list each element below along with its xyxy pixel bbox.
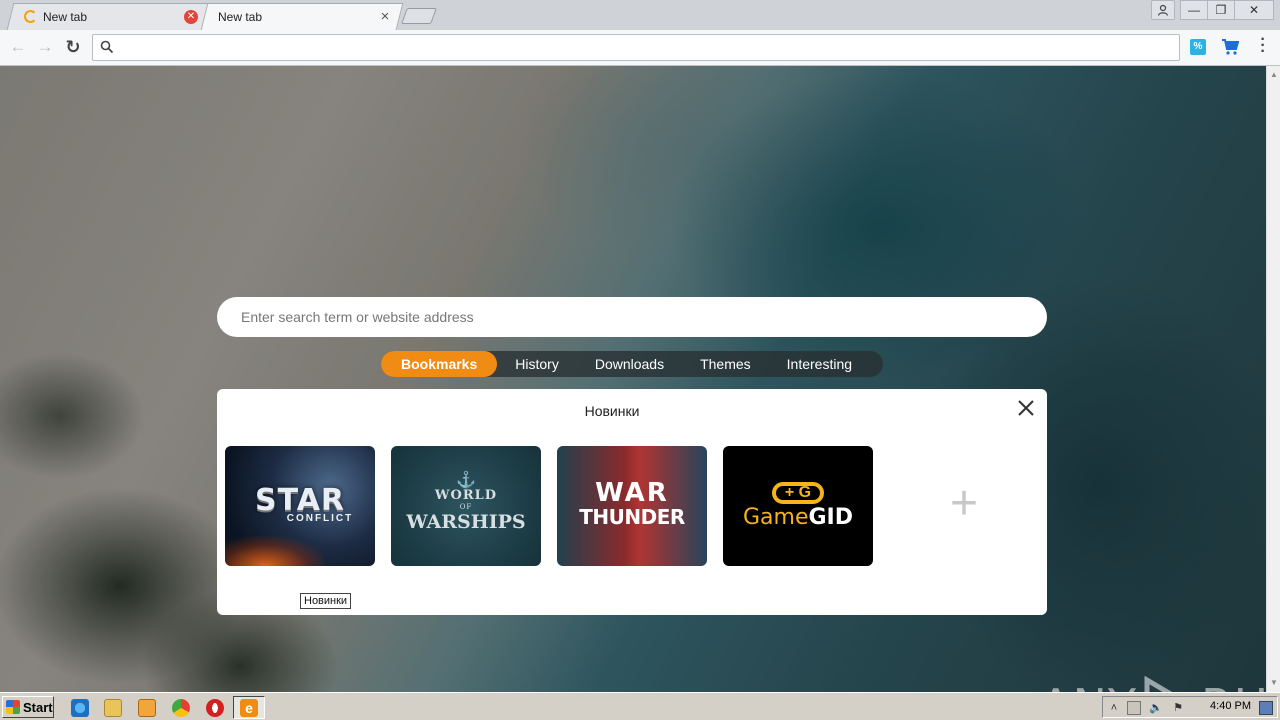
tab-close-icon[interactable]: × [378,9,392,24]
gamepad-icon: + G [772,482,824,504]
add-bookmark-plus-icon[interactable]: + [934,480,994,528]
loading-spinner-icon [24,10,37,23]
tab-downloads[interactable]: Downloads [577,351,682,377]
folder-icon[interactable] [104,699,122,717]
anchor-icon: ⚓ [456,470,476,489]
network-icon[interactable] [1127,701,1141,715]
tab-bookmarks[interactable]: Bookmarks [381,351,498,377]
action-center-flag-icon[interactable]: ⚑ [1171,701,1185,715]
show-desktop-icon[interactable] [1259,701,1273,715]
system-tray: ˄ 🔈 ⚑ 4:40 PM [1102,696,1278,718]
minimize-button[interactable]: — [1180,0,1208,20]
panel-title: Новинки [584,403,640,419]
address-bar[interactable] [92,34,1180,61]
bookmark-tile-world-of-warships[interactable]: ⚓ WORLD OF WARSHIPS [391,446,541,566]
chrome-icon[interactable] [172,699,190,717]
volume-icon[interactable]: 🔈 [1149,701,1163,715]
search-box[interactable] [217,297,1047,337]
bookmark-tile-war-thunder[interactable]: WAR THUNDER [557,446,707,566]
world-of-warships-logo: ⚓ WORLD OF WARSHIPS [391,470,541,534]
tab-strip: New tab ✕ New tab × — ❐ ✕ [0,0,1280,30]
war-thunder-logo: WAR THUNDER [579,478,685,529]
reload-icon[interactable]: ↻ [62,36,84,58]
play-triangle-icon [1144,676,1173,692]
show-hidden-icons-icon[interactable]: ˄ [1107,701,1121,715]
discount-extension-icon[interactable]: % [1190,39,1206,55]
gamegid-logo: + G GameGID [742,482,853,530]
user-profile-icon[interactable] [1151,0,1175,20]
search-input[interactable] [241,306,1021,328]
active-browser-task[interactable]: e [233,696,265,719]
tab-title: New tab [218,9,263,24]
tooltip: Новинки [300,593,352,609]
star-conflict-logo: STAR CONFLICT [254,483,354,525]
search-icon [100,40,114,54]
clock[interactable]: 4:40 PM [1210,700,1251,712]
taskbar: Start e ˄ 🔈 ⚑ 4:40 PM [0,692,1280,720]
menu-dots-icon[interactable]: · · · [1256,32,1270,60]
new-tab-page: Bookmarks History Downloads Themes Inter… [0,66,1266,692]
close-window-button[interactable]: ✕ [1234,0,1274,20]
new-tab-button[interactable] [401,8,437,24]
tab-title: New tab [43,9,88,24]
address-input[interactable] [119,37,1175,58]
internet-explorer-icon[interactable] [71,699,89,717]
section-tabs: Bookmarks History Downloads Themes Inter… [381,351,883,377]
tab-new-tab-1[interactable]: New tab ✕ [6,3,210,30]
opera-icon[interactable] [206,699,224,717]
window-controls: — ❐ ✕ [1151,0,1274,20]
tab-history[interactable]: History [497,351,577,377]
back-arrow-icon[interactable]: ← [7,36,29,58]
start-button[interactable]: Start [2,696,54,718]
anyrun-watermark: ANY RUN [1040,676,1266,692]
page-scrollbar[interactable]: ▲ ▼ [1266,66,1280,692]
bookmark-tile-star-conflict[interactable]: STAR CONFLICT [225,446,375,566]
bookmarks-panel: Новинки STAR CONFLICT ⚓ WORLD OF WARSHIP… [217,389,1047,615]
scroll-down-arrow-icon[interactable]: ▼ [1269,678,1279,688]
browser-toolbar: ← → ↻ % · · · [0,30,1280,66]
restore-button[interactable]: ❐ [1207,0,1235,20]
browser-app-icon: e [240,699,258,717]
tab-interesting[interactable]: Interesting [769,351,870,377]
tab-themes[interactable]: Themes [682,351,769,377]
tab-close-icon[interactable]: ✕ [184,9,198,24]
windows-logo-icon [6,700,20,714]
shopping-cart-icon[interactable] [1221,38,1239,56]
tab-new-tab-2[interactable]: New tab × [200,3,404,30]
scroll-up-arrow-icon[interactable]: ▲ [1269,70,1279,80]
close-icon[interactable] [1017,399,1035,417]
forward-arrow-icon[interactable]: → [34,36,56,58]
bookmark-tile-gamegid[interactable]: + G GameGID [723,446,873,566]
media-player-icon[interactable] [138,699,156,717]
